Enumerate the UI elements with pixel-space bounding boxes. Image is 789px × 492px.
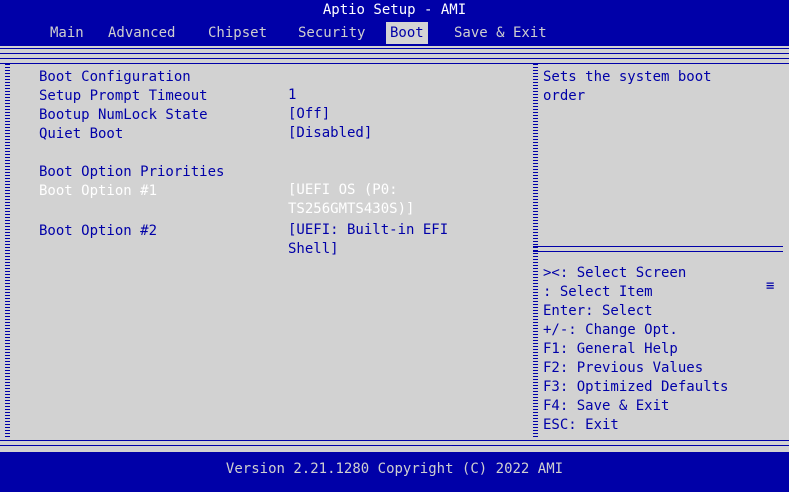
main-panel: Boot Configuration Setup Prompt Timeout … bbox=[0, 46, 789, 452]
bottom-border bbox=[0, 440, 789, 446]
menu-bar: Main Advanced Chipset Security Boot Save… bbox=[0, 22, 789, 44]
help-key-f3: F3: Optimized Defaults bbox=[543, 379, 729, 395]
top-border bbox=[0, 48, 789, 54]
help-key-select-screen: ><: Select Screen bbox=[543, 265, 687, 281]
setting-boot-option-2[interactable]: Boot Option #2 bbox=[39, 222, 157, 241]
setting-bootup-numlock[interactable]: Bootup NumLock State bbox=[39, 106, 208, 125]
value-quiet-boot[interactable]: [Disabled] bbox=[288, 125, 372, 141]
help-key-change-opt: +/-: Change Opt. bbox=[543, 322, 678, 338]
help-description-line2: order bbox=[543, 88, 586, 104]
help-key-enter: Enter: Select bbox=[543, 303, 653, 319]
window-title: Aptio Setup - AMI bbox=[322, 2, 467, 18]
value-boot-option-2-line2[interactable]: Shell] bbox=[288, 241, 339, 257]
top-border-inner bbox=[0, 58, 789, 64]
value-boot-option-2-line1[interactable]: [UEFI: Built-in EFI bbox=[288, 222, 448, 238]
tab-save-exit[interactable]: Save & Exit bbox=[450, 22, 551, 44]
scrollbar-marker[interactable]: ≡ bbox=[766, 278, 774, 294]
tab-boot[interactable]: Boot bbox=[386, 22, 428, 44]
setting-boot-option-1[interactable]: Boot Option #1 bbox=[39, 182, 157, 201]
help-key-f4: F4: Save & Exit bbox=[543, 398, 670, 414]
help-key-f1: F1: General Help bbox=[543, 341, 678, 357]
value-setup-prompt-timeout[interactable]: 1 bbox=[288, 87, 296, 103]
help-key-f2: F2: Previous Values bbox=[543, 360, 704, 376]
tab-main[interactable]: Main bbox=[46, 22, 88, 44]
version-footer: Version 2.21.1280 Copyright (C) 2022 AMI bbox=[225, 461, 564, 477]
help-divider bbox=[533, 246, 783, 252]
tab-chipset[interactable]: Chipset bbox=[204, 22, 271, 44]
help-key-select-item: : Select Item bbox=[543, 284, 653, 300]
setting-setup-prompt-timeout[interactable]: Setup Prompt Timeout bbox=[39, 87, 208, 106]
tab-advanced[interactable]: Advanced bbox=[104, 22, 179, 44]
section-title: Boot Configuration bbox=[39, 69, 191, 85]
value-boot-option-1-line2[interactable]: TS256GMTS430S)] bbox=[288, 201, 414, 217]
setting-quiet-boot[interactable]: Quiet Boot bbox=[39, 125, 123, 144]
value-boot-option-1-line1[interactable]: [UEFI OS (P0: bbox=[288, 182, 398, 198]
help-key-esc: ESC: Exit bbox=[543, 417, 619, 433]
value-bootup-numlock[interactable]: [Off] bbox=[288, 106, 330, 122]
tab-security[interactable]: Security bbox=[294, 22, 369, 44]
priorities-title: Boot Option Priorities bbox=[39, 164, 225, 180]
help-description-line1: Sets the system boot bbox=[543, 69, 712, 85]
left-border bbox=[5, 64, 10, 438]
